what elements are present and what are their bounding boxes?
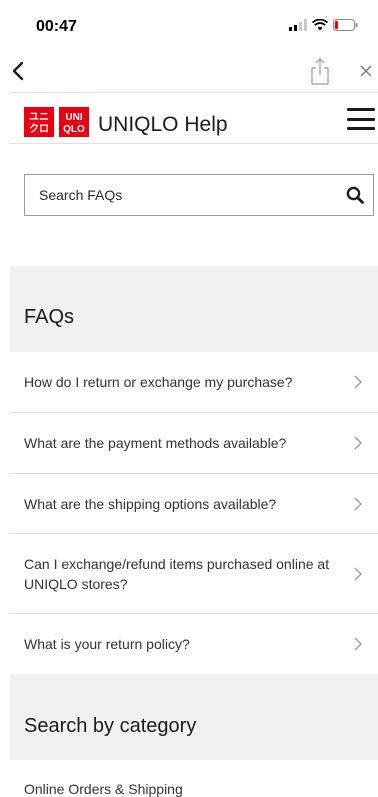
svg-text:ユニ: ユニ [29,112,49,123]
svg-text:UNI: UNI [65,112,82,123]
share-icon [311,58,329,85]
logo-latin-block: UNI QLO [59,107,89,137]
faq-item-label: What are the payment methods available? [24,435,287,451]
site-header: ユニ クロ UNI QLO UNIQLO Help [0,93,378,143]
chevron-right-icon [352,636,364,652]
faq-item[interactable]: How do I return or exchange my purchase? [10,352,378,413]
chevron-right-icon [352,435,364,451]
category-item[interactable]: Online Orders & Shipping [24,781,183,797]
back-button[interactable] [6,56,30,86]
uniqlo-logo[interactable]: ユニ クロ UNI QLO [24,107,89,137]
logo-katakana-block: ユニ クロ [24,107,54,137]
faq-item[interactable]: What are the payment methods available? [10,413,378,474]
close-button[interactable] [355,58,377,84]
wifi-icon [312,19,328,31]
share-button[interactable] [306,56,334,86]
chevron-right-icon [352,566,364,582]
faq-section-header: FAQs [10,266,378,352]
faq-list: How do I return or exchange my purchase?… [10,352,378,674]
faq-item[interactable]: What is your return policy? [10,614,378,674]
search-button[interactable] [337,176,373,214]
status-bar: 00:47 [0,0,378,50]
chevron-right-icon [352,496,364,512]
chevron-right-icon [352,374,364,390]
search-input[interactable] [25,175,337,215]
faq-item-label: Can I exchange/refund items purchased on… [24,555,330,592]
svg-text:QLO: QLO [63,124,85,135]
faq-item[interactable]: What are the shipping options available? [10,474,378,534]
search-box [24,174,374,216]
signal-icon [289,19,307,31]
close-icon [360,65,372,77]
search-icon [346,186,364,204]
status-icons [289,19,358,31]
faq-section-title: FAQs [24,306,75,328]
back-icon [12,61,24,81]
faq-item-label: What is your return policy? [24,636,190,652]
hamburger-menu-icon [347,108,375,111]
site-title: UNIQLO Help [98,113,228,136]
status-time: 00:47 [36,18,77,35]
faq-item-label: How do I return or exchange my purchase? [24,374,293,390]
category-section-header: Search by category [10,674,378,760]
header-divider [10,143,378,144]
menu-button[interactable] [347,108,375,130]
battery-icon [333,19,358,31]
svg-text:クロ: クロ [29,123,49,135]
browser-toolbar [0,50,378,92]
faq-item[interactable]: Can I exchange/refund items purchased on… [10,534,378,614]
faq-item-label: What are the shipping options available? [24,495,277,512]
category-section-title: Search by category [24,715,197,737]
